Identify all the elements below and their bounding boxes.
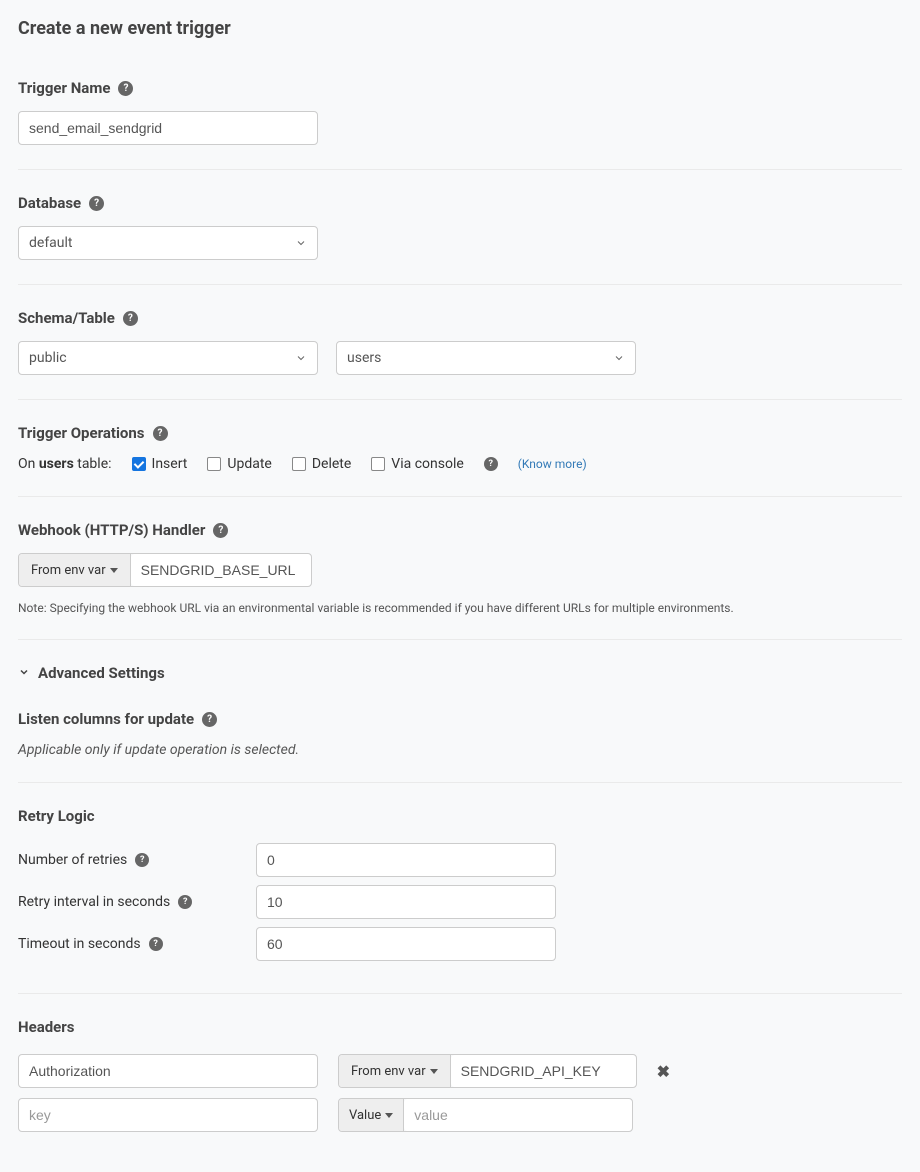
checkbox-icon <box>292 457 306 471</box>
checkbox-icon <box>371 457 385 471</box>
chevron-down-icon <box>613 352 625 364</box>
know-more-link[interactable]: (Know more) <box>518 457 587 471</box>
chevron-down-icon <box>295 237 307 249</box>
num-retries-input[interactable] <box>256 843 556 877</box>
delete-checkbox[interactable]: Delete <box>292 456 351 472</box>
timeout-input[interactable] <box>256 927 556 961</box>
help-icon[interactable]: ? <box>123 311 138 326</box>
trigger-name-input[interactable] <box>18 111 318 145</box>
help-icon[interactable]: ? <box>118 81 133 96</box>
help-icon[interactable]: ? <box>153 426 168 441</box>
webhook-source-dropdown[interactable]: From env var <box>19 554 131 586</box>
update-checkbox[interactable]: Update <box>207 456 271 472</box>
caret-down-icon <box>385 1113 393 1118</box>
via-console-checkbox[interactable]: Via console <box>371 456 464 472</box>
help-icon[interactable]: ? <box>149 937 163 951</box>
webhook-note: Note: Specifying the webhook URL via an … <box>18 601 902 615</box>
trigger-operations-label: Trigger Operations ? <box>18 424 902 442</box>
trigger-name-label: Trigger Name ? <box>18 79 902 97</box>
advanced-settings-toggle[interactable]: Advanced Settings <box>18 664 902 682</box>
header-key-input[interactable] <box>18 1054 318 1088</box>
header-value-group: From env var <box>338 1054 637 1088</box>
header-row-empty: Value <box>18 1098 902 1132</box>
database-label: Database ? <box>18 194 902 212</box>
header-value-group: Value <box>338 1098 633 1132</box>
page-title: Create a new event trigger <box>18 18 902 39</box>
header-row: From env var ✖ <box>18 1054 902 1088</box>
webhook-label: Webhook (HTTP/S) Handler ? <box>18 521 902 539</box>
help-icon[interactable]: ? <box>484 457 498 471</box>
help-icon[interactable]: ? <box>213 523 228 538</box>
webhook-url-input[interactable] <box>131 554 311 586</box>
header-source-dropdown[interactable]: From env var <box>339 1055 451 1087</box>
retry-interval-input[interactable] <box>256 885 556 919</box>
help-icon[interactable]: ? <box>135 853 149 867</box>
table-select[interactable]: users <box>336 341 636 375</box>
chevron-down-icon <box>295 352 307 364</box>
header-key-input[interactable] <box>18 1098 318 1132</box>
database-select[interactable]: default <box>18 226 318 260</box>
remove-header-icon[interactable]: ✖ <box>657 1062 670 1081</box>
webhook-input-group: From env var <box>18 553 312 587</box>
header-value-input[interactable] <box>404 1099 632 1131</box>
headers-label: Headers <box>18 1018 902 1036</box>
retry-logic-label: Retry Logic <box>18 807 902 825</box>
insert-checkbox[interactable]: Insert <box>132 456 188 472</box>
retry-interval-label: Retry interval in seconds ? <box>18 894 256 910</box>
checkbox-icon <box>132 457 146 471</box>
ops-prefix: On users table: <box>18 456 112 472</box>
listen-columns-label: Listen columns for update ? <box>18 710 902 728</box>
help-icon[interactable]: ? <box>89 196 104 211</box>
help-icon[interactable]: ? <box>178 895 192 909</box>
header-source-dropdown[interactable]: Value <box>339 1099 404 1131</box>
schema-select[interactable]: public <box>18 341 318 375</box>
listen-columns-note: Applicable only if update operation is s… <box>18 742 902 758</box>
checkbox-icon <box>207 457 221 471</box>
help-icon[interactable]: ? <box>202 712 217 727</box>
caret-down-icon <box>430 1069 438 1074</box>
num-retries-label: Number of retries ? <box>18 852 256 868</box>
header-value-input[interactable] <box>451 1055 636 1087</box>
caret-down-icon <box>110 568 118 573</box>
timeout-label: Timeout in seconds ? <box>18 936 256 952</box>
schema-table-label: Schema/Table ? <box>18 309 902 327</box>
chevron-down-icon <box>18 664 30 682</box>
